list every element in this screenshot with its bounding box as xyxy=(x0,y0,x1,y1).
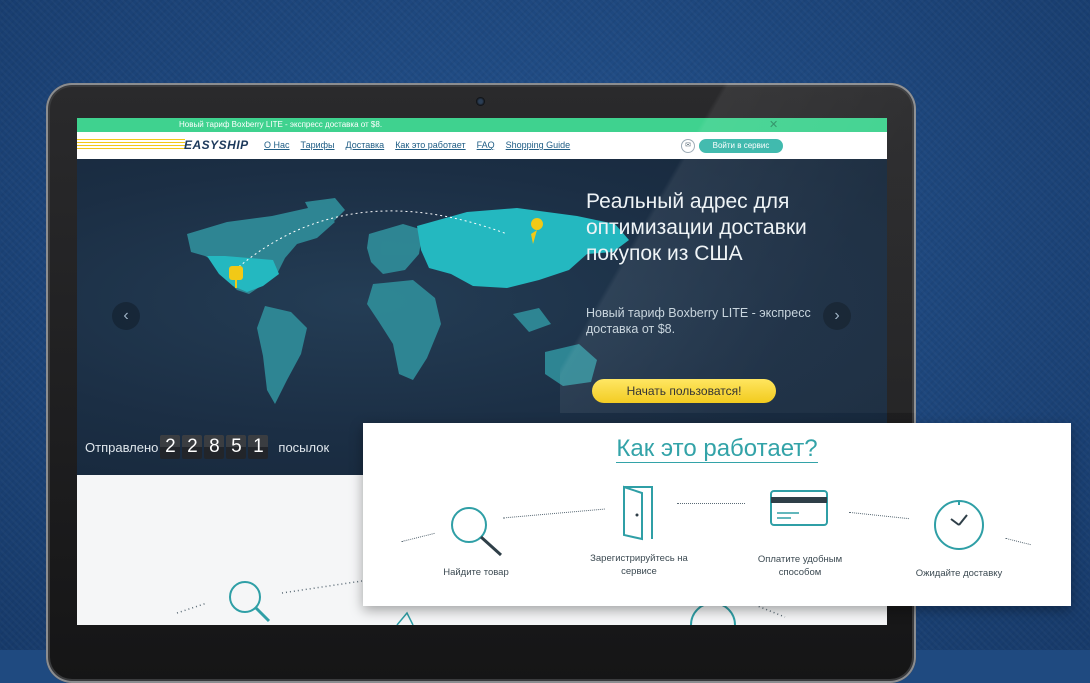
counter-digit: 8 xyxy=(204,435,225,459)
bg-clock-icon xyxy=(690,602,736,625)
counter-before: Отправлено xyxy=(85,439,159,455)
carousel-prev-button[interactable]: ‹ xyxy=(112,302,140,330)
europe-shape xyxy=(367,224,423,274)
credit-card-icon xyxy=(770,490,828,526)
nav-link-faq[interactable]: FAQ xyxy=(477,140,495,150)
step-label-register: Зарегистрируйтесь на сервисе xyxy=(590,553,688,577)
promo-bar: Новый тариф Boxberry LITE - экспресс дос… xyxy=(77,118,887,132)
step-label-pay: Оплатите удобным способом xyxy=(757,554,843,578)
hero-subtext: Новый тариф Boxberry LITE - экспресс дос… xyxy=(586,306,811,336)
how-it-works-card: Как это работает? Найдите товар Зарегист… xyxy=(363,423,1071,606)
mail-icon[interactable]: ✉ xyxy=(681,139,695,153)
south-america-shape xyxy=(257,306,307,404)
webcam xyxy=(476,97,485,106)
nav-link-about[interactable]: О Нас xyxy=(264,140,290,150)
login-button[interactable]: Войти в сервис xyxy=(699,139,783,153)
step-label-wait: Ожидайте доставку xyxy=(915,568,1003,579)
counter-digit: 1 xyxy=(248,435,269,459)
counter-digit: 2 xyxy=(160,435,181,459)
counter-digit: 5 xyxy=(226,435,247,459)
nav-link-delivery[interactable]: Доставка xyxy=(346,140,385,150)
clock-icon xyxy=(934,500,984,550)
counter-digit: 2 xyxy=(182,435,203,459)
nav-links: О Нас Тарифы Доставка Как это работает F… xyxy=(264,140,570,150)
africa-shape xyxy=(367,280,441,380)
hero-headline: Реальный адрес для оптимизации доставки … xyxy=(586,190,807,265)
how-it-works-title: Как это работает? xyxy=(616,435,818,463)
dotted-connector xyxy=(849,511,909,520)
carousel-next-button[interactable]: › xyxy=(823,302,851,330)
step-label-find: Найдите товар xyxy=(443,567,509,578)
top-nav: EASYSHIP О Нас Тарифы Доставка Как это р… xyxy=(77,132,887,160)
logo-speed-lines xyxy=(77,139,185,151)
bg-search-icon xyxy=(229,581,261,613)
close-icon[interactable]: ✕ xyxy=(769,118,778,132)
nav-link-shopping-guide[interactable]: Shopping Guide xyxy=(506,140,571,150)
search-icon xyxy=(451,507,503,557)
dotted-connector xyxy=(1005,537,1031,546)
world-map xyxy=(187,198,629,404)
logo[interactable]: EASYSHIP xyxy=(184,138,249,152)
dotted-connector xyxy=(401,532,435,543)
parcel-counter: Отправлено 2 2 8 5 1 посылок xyxy=(85,435,329,459)
nav-link-tariffs[interactable]: Тарифы xyxy=(301,140,335,150)
start-button[interactable]: Начать пользоватся! xyxy=(592,379,776,403)
promo-text: Новый тариф Boxberry LITE - экспресс дос… xyxy=(179,120,383,129)
dotted-connector xyxy=(503,508,605,519)
dotted-connector xyxy=(677,503,745,504)
australia-shape xyxy=(545,344,597,386)
nav-link-how-it-works[interactable]: Как это работает xyxy=(395,140,465,150)
counter-after: посылок xyxy=(278,439,330,455)
southeast-asia-shape xyxy=(513,308,551,332)
door-icon xyxy=(623,485,653,541)
